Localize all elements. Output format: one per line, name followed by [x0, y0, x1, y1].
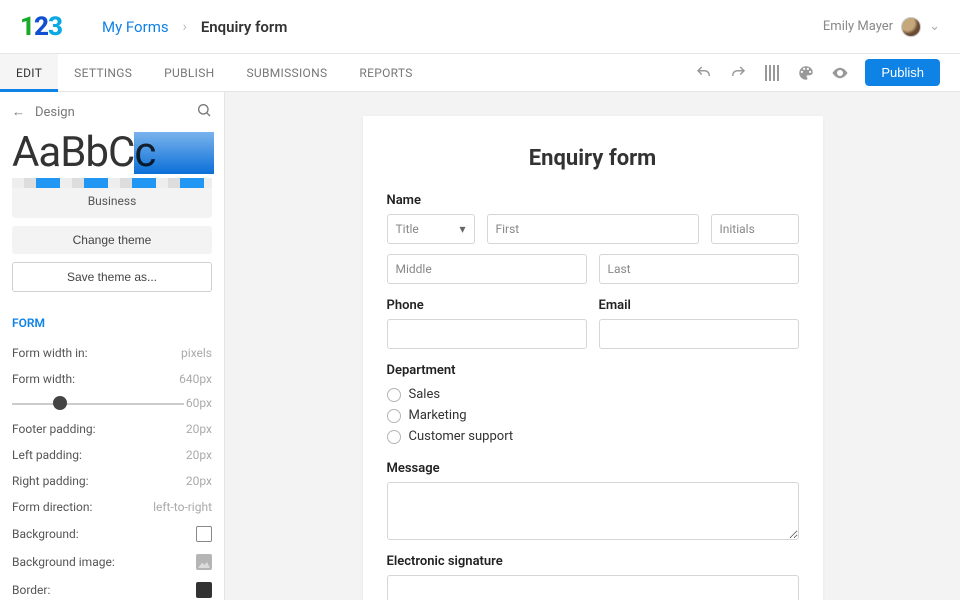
label-department: Department	[387, 363, 799, 378]
theme-name: Business	[12, 188, 212, 218]
label-signature: Electronic signature	[387, 554, 799, 569]
radio-icon	[387, 388, 401, 402]
name-title-select[interactable]: Title	[387, 214, 475, 244]
publish-button[interactable]: Publish	[865, 59, 940, 86]
user-menu[interactable]: Emily Mayer ⌄	[823, 17, 940, 37]
message-textarea[interactable]	[387, 482, 799, 540]
slider-handle[interactable]	[53, 396, 67, 410]
signature-box[interactable]	[387, 575, 799, 600]
name-first-input[interactable]: First	[487, 214, 699, 244]
avatar	[901, 17, 921, 37]
form-title: Enquiry form	[387, 146, 799, 171]
tab-edit[interactable]: EDIT	[0, 54, 58, 91]
search-icon[interactable]	[196, 102, 212, 122]
label-phone: Phone	[387, 298, 587, 313]
section-form-title: FORM	[12, 316, 212, 330]
checkbox-icon[interactable]	[196, 526, 212, 542]
save-theme-as-button[interactable]: Save theme as...	[12, 262, 212, 292]
user-name: Emily Mayer	[823, 19, 893, 34]
prop-background[interactable]: Background:	[12, 520, 212, 548]
tab-reports[interactable]: REPORTS	[343, 54, 428, 91]
prop-left-padding[interactable]: Left padding: 20px	[12, 442, 212, 468]
sidebar-title: Design	[35, 105, 75, 120]
logo: 123	[20, 12, 62, 42]
theme-sample-text: AaBbCc	[12, 132, 212, 174]
redo-icon[interactable]	[729, 64, 747, 82]
chevron-right-icon: ›	[183, 19, 187, 35]
theme-swatches	[12, 178, 212, 188]
prop-background-image[interactable]: Background image:	[12, 548, 212, 576]
breadcrumb-current: Enquiry form	[201, 18, 288, 36]
image-icon[interactable]	[196, 554, 212, 570]
chevron-down-icon: ⌄	[929, 19, 940, 34]
label-name: Name	[387, 193, 799, 208]
phone-input[interactable]	[387, 319, 587, 349]
back-icon[interactable]: ←	[12, 104, 25, 120]
radio-sales[interactable]: Sales	[387, 384, 799, 405]
radio-marketing[interactable]: Marketing	[387, 405, 799, 426]
email-input[interactable]	[599, 319, 799, 349]
slider-value: 60px	[186, 396, 212, 410]
theme-preview: AaBbCc	[12, 132, 212, 174]
tab-publish[interactable]: PUBLISH	[148, 54, 230, 91]
app-header: 123 My Forms › Enquiry form Emily Mayer …	[0, 0, 960, 54]
tab-settings[interactable]: SETTINGS	[58, 54, 148, 91]
tab-submissions[interactable]: SUBMISSIONS	[231, 54, 344, 91]
name-initials-input[interactable]: Initials	[711, 214, 799, 244]
eye-icon[interactable]	[831, 64, 849, 82]
undo-icon[interactable]	[695, 64, 713, 82]
primary-tabs: EDIT SETTINGS PUBLISH SUBMISSIONS REPORT…	[0, 54, 960, 92]
breadcrumb-root[interactable]: My Forms	[102, 18, 169, 36]
form-canvas: Enquiry form Name Title First Initials M…	[225, 92, 960, 600]
prop-form-width-in[interactable]: Form width in: pixels	[12, 340, 212, 366]
design-sidebar: ← Design AaBbCc Business Change theme Sa…	[0, 92, 225, 600]
change-theme-button[interactable]: Change theme	[12, 226, 212, 254]
name-last-input[interactable]: Last	[599, 254, 799, 284]
prop-border[interactable]: Border:	[12, 576, 212, 600]
columns-icon[interactable]	[763, 64, 781, 82]
name-middle-input[interactable]: Middle	[387, 254, 587, 284]
color-swatch-icon[interactable]	[196, 582, 212, 598]
breadcrumb: My Forms › Enquiry form	[102, 18, 287, 36]
prop-right-padding[interactable]: Right padding: 20px	[12, 468, 212, 494]
palette-icon[interactable]	[797, 64, 815, 82]
form-width-slider[interactable]: 60px	[12, 394, 212, 412]
radio-customer-support[interactable]: Customer support	[387, 426, 799, 447]
label-email: Email	[599, 298, 799, 313]
prop-form-width: Form width: 640px	[12, 366, 212, 392]
prop-footer-padding[interactable]: Footer padding: 20px	[12, 416, 212, 442]
enquiry-form: Enquiry form Name Title First Initials M…	[363, 116, 823, 600]
label-message: Message	[387, 461, 799, 476]
radio-icon	[387, 430, 401, 444]
prop-form-direction[interactable]: Form direction: left-to-right	[12, 494, 212, 520]
radio-icon	[387, 409, 401, 423]
